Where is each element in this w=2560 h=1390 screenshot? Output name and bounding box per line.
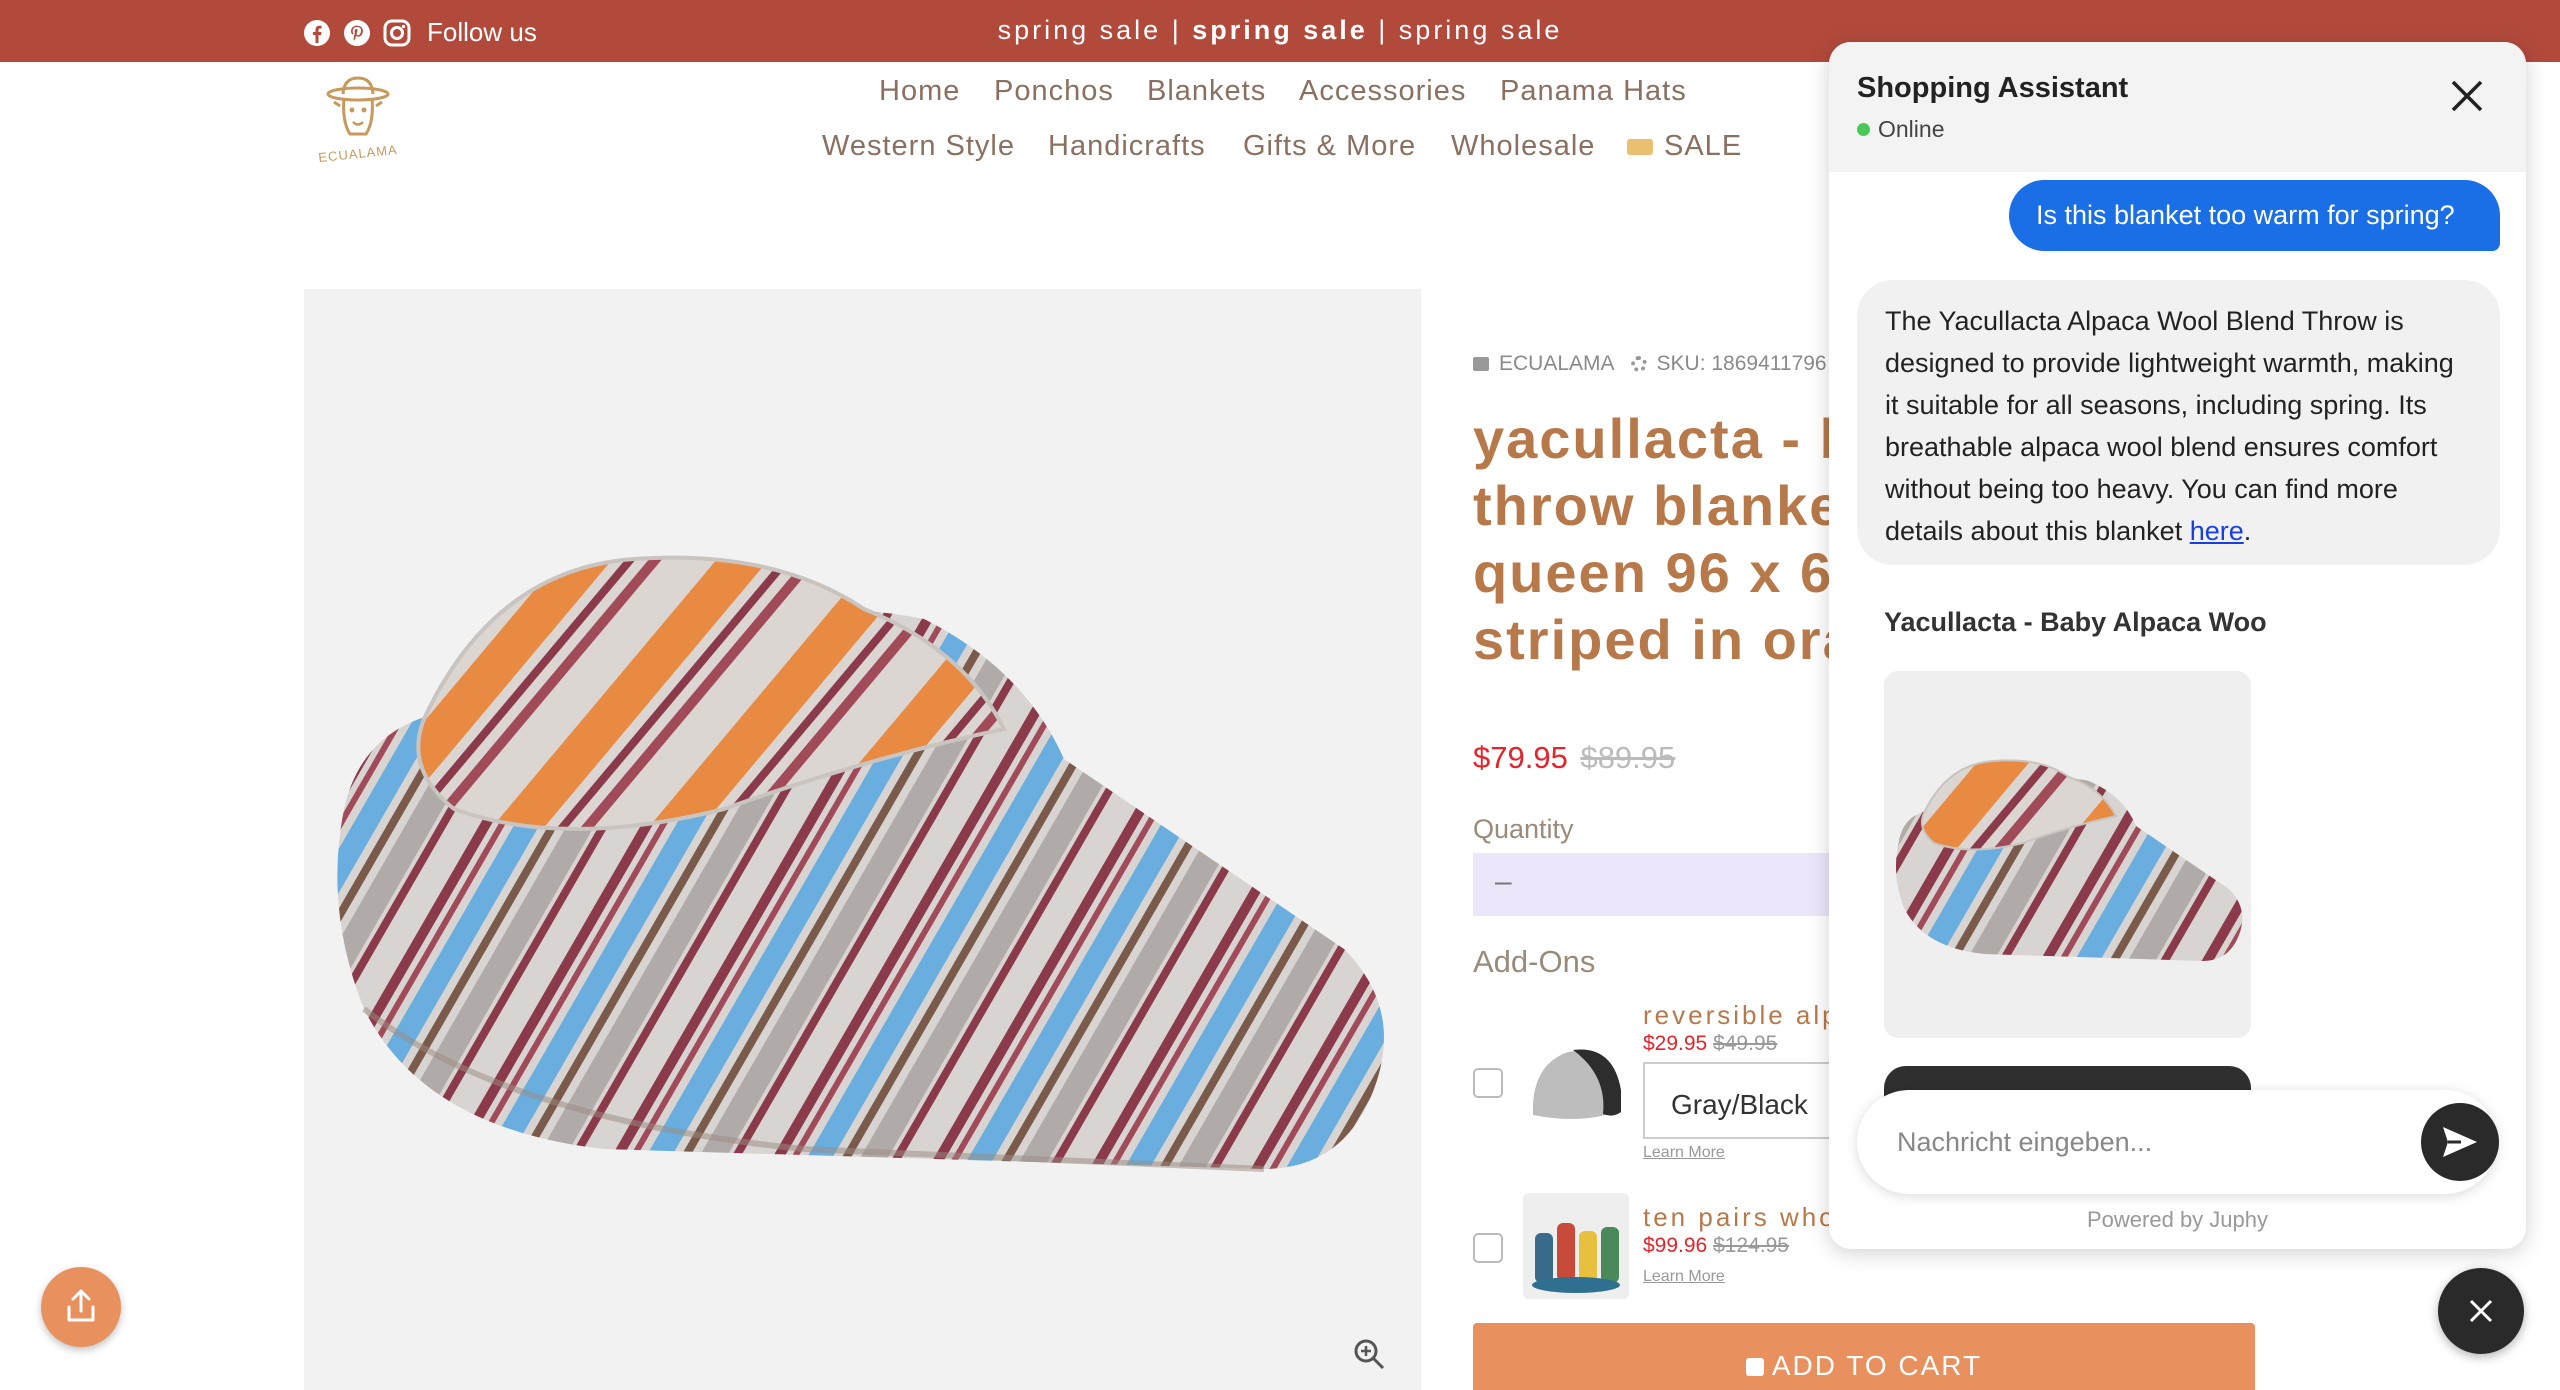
nav-home[interactable]: Home bbox=[879, 75, 960, 108]
zoom-icon[interactable] bbox=[1352, 1337, 1386, 1371]
powered-by-label: Powered by Juphy bbox=[2087, 1207, 2268, 1232]
chat-input-container bbox=[1857, 1090, 2499, 1194]
addon-checkbox[interactable] bbox=[1473, 1068, 1503, 1098]
sku-label: SKU: 1869411796 bbox=[1656, 352, 1827, 375]
addon-checkbox[interactable] bbox=[1473, 1233, 1503, 1263]
product-card-image[interactable] bbox=[1884, 671, 2251, 1038]
addon-name[interactable]: reversible alpa bbox=[1643, 1000, 1857, 1031]
chat-status: Online bbox=[1857, 116, 1944, 143]
sale-tag-icon bbox=[1627, 139, 1653, 155]
blanket-thumbnail-image bbox=[1895, 759, 2243, 961]
nav-handicrafts[interactable]: Handicrafts bbox=[1048, 130, 1206, 163]
product-image[interactable] bbox=[304, 289, 1421, 1390]
addon-compare-price: $124.95 bbox=[1713, 1234, 1789, 1257]
bot-message-text: The Yacullacta Alpaca Wool Blend Throw i… bbox=[1885, 306, 2454, 546]
nav-gifts-more[interactable]: Gifts & More bbox=[1243, 130, 1416, 163]
addon-learn-more-link[interactable]: Learn More bbox=[1643, 1144, 1725, 1162]
quantity-minus-button[interactable]: – bbox=[1495, 865, 1512, 899]
store-icon bbox=[1473, 357, 1489, 371]
addon-sale-price: $29.95 bbox=[1643, 1032, 1708, 1055]
quantity-stepper[interactable]: – bbox=[1473, 853, 1833, 916]
chat-status-label: Online bbox=[1878, 116, 1945, 142]
addons-label: Add-Ons bbox=[1473, 944, 1596, 979]
nav-sale[interactable]: SALE bbox=[1664, 130, 1742, 163]
product-price: $79.95 $89.95 bbox=[1473, 740, 1675, 776]
socks-image bbox=[1523, 1193, 1629, 1299]
addon-compare-price: $49.95 bbox=[1713, 1032, 1778, 1055]
addon-learn-more-link[interactable]: Learn More bbox=[1643, 1268, 1725, 1286]
gear-icon bbox=[1630, 356, 1647, 372]
site-logo[interactable]: ECUALAMA bbox=[310, 72, 406, 172]
nav-ponchos[interactable]: Ponchos bbox=[994, 75, 1114, 108]
bot-message-end: . bbox=[2243, 516, 2252, 546]
chat-header: Shopping Assistant Online bbox=[1829, 42, 2526, 172]
quantity-label: Quantity bbox=[1473, 814, 1574, 844]
addon-price: $29.95 $49.95 bbox=[1643, 1032, 1777, 1056]
chat-title: Shopping Assistant bbox=[1857, 72, 2129, 104]
addon-price: $99.96 $124.95 bbox=[1643, 1234, 1789, 1258]
addon-name[interactable]: ten pairs whol bbox=[1643, 1202, 1845, 1233]
user-message: Is this blanket too warm for spring? bbox=[2009, 180, 2500, 251]
beanie-image bbox=[1523, 1030, 1629, 1136]
chat-message-input[interactable] bbox=[1897, 1120, 2377, 1164]
sale-price: $79.95 bbox=[1473, 740, 1568, 775]
addon-sale-price: $99.96 bbox=[1643, 1234, 1708, 1257]
product-card-title[interactable]: Yacullacta - Baby Alpaca Woo bbox=[1884, 607, 2484, 638]
online-dot-icon bbox=[1857, 123, 1870, 136]
beanie-thumbnail[interactable] bbox=[1523, 1030, 1629, 1136]
nav-accessories[interactable]: Accessories bbox=[1299, 75, 1466, 108]
nav-western-style[interactable]: Western Style bbox=[822, 130, 1015, 163]
promo-text-bold: spring sale bbox=[1192, 15, 1368, 45]
bot-message: The Yacullacta Alpaca Wool Blend Throw i… bbox=[1857, 280, 2500, 565]
vendor-name[interactable]: ECUALAMA bbox=[1499, 352, 1615, 376]
addon-variant-select[interactable]: Gray/Black bbox=[1643, 1062, 1843, 1139]
send-icon bbox=[2443, 1127, 2477, 1157]
nav-wholesale[interactable]: Wholesale bbox=[1451, 130, 1595, 163]
chat-toggle-button[interactable] bbox=[2438, 1268, 2524, 1354]
share-icon bbox=[67, 1289, 95, 1322]
product-meta: ECUALAMA SKU: 1869411796 bbox=[1473, 352, 1827, 376]
close-icon bbox=[2469, 1299, 2493, 1323]
send-button[interactable] bbox=[2421, 1103, 2499, 1181]
llama-logo-icon bbox=[326, 76, 390, 136]
nav-blankets[interactable]: Blankets bbox=[1147, 75, 1266, 108]
folded-blanket-image bbox=[337, 555, 1384, 1172]
promo-text-3: | spring sale bbox=[1367, 15, 1563, 45]
bot-message-link[interactable]: here bbox=[2190, 516, 2244, 546]
add-to-cart-label: ADD TO CART bbox=[1771, 1350, 1983, 1381]
close-icon[interactable] bbox=[2447, 76, 2487, 116]
add-to-cart-button[interactable]: ADD TO CART bbox=[1473, 1323, 2255, 1390]
compare-price: $89.95 bbox=[1580, 740, 1676, 775]
bag-icon bbox=[1745, 1358, 1764, 1376]
promo-text-1: spring sale | bbox=[997, 15, 1193, 45]
socks-thumbnail[interactable] bbox=[1523, 1193, 1629, 1299]
chat-widget: Shopping Assistant Online Is this blanke… bbox=[1829, 42, 2526, 1249]
nav-panama-hats[interactable]: Panama Hats bbox=[1500, 75, 1687, 108]
share-button[interactable] bbox=[41, 1267, 121, 1347]
